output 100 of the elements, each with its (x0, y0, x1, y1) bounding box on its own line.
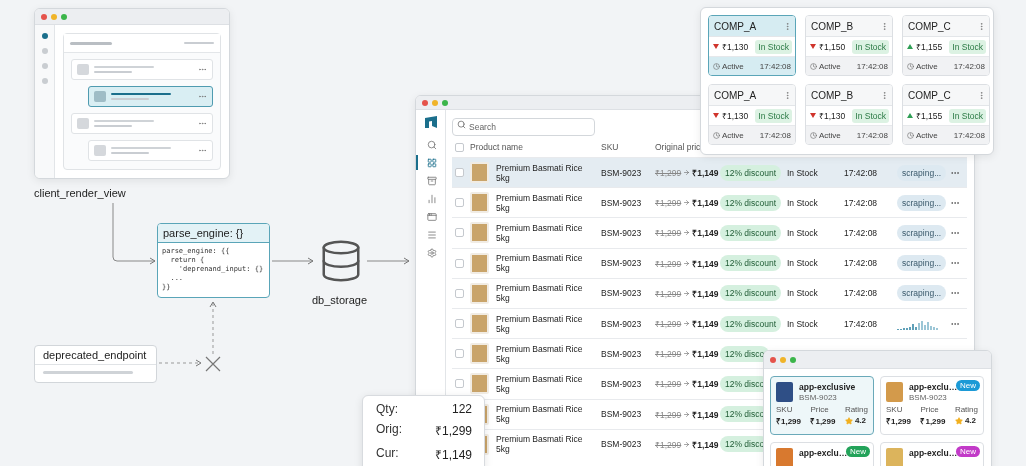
checkbox[interactable] (455, 168, 464, 178)
competitor-card[interactable]: COMP_A ₹1,130 In Stock Active 17:42:08 (708, 84, 796, 145)
more-icon[interactable] (880, 90, 889, 100)
time-text: 17:42:08 (856, 130, 888, 140)
checkbox[interactable] (455, 379, 464, 389)
product-name: Premium Basmati Rice 5kg (496, 283, 584, 304)
more-icon[interactable] (783, 90, 792, 100)
competitor-card[interactable]: COMP_B ₹1,130 In Stock Active 17:42:08 (805, 84, 893, 145)
sku-cell-text: BSM-9023 (601, 378, 643, 389)
original-price: ₹1,299 (655, 227, 682, 239)
stat-label: Price (920, 405, 940, 414)
detail-label: Qty: (376, 402, 399, 418)
checkbox[interactable] (455, 288, 464, 298)
status-badge: scraping... (897, 255, 947, 272)
settings-icon (426, 247, 437, 258)
original-price: ₹1,299 (655, 287, 682, 299)
checkbox[interactable] (455, 319, 464, 329)
more-icon[interactable] (977, 21, 986, 31)
more-icon[interactable] (977, 90, 986, 100)
checkbox[interactable] (455, 258, 464, 268)
stock-cell-text: In Stock (787, 197, 819, 208)
original-price: ₹1,299 (655, 257, 682, 269)
connector-arrow (366, 257, 410, 265)
discount-badge: 12% disco (720, 345, 770, 362)
original-price: ₹1,299 (655, 318, 682, 330)
more-icon[interactable] (198, 146, 207, 155)
competitor-card[interactable]: COMP_A ₹1,130 In Stock Active 17:42:08 (708, 15, 796, 76)
new-badge: New (846, 446, 870, 457)
checkbox[interactable] (455, 349, 464, 359)
more-icon[interactable] (198, 92, 207, 101)
original-price: ₹1,299 (655, 197, 682, 209)
more-icon[interactable] (198, 119, 207, 128)
time-cell-text: 17:42:08 (844, 318, 879, 329)
grid-icon (426, 157, 437, 168)
new-badge: New (956, 446, 980, 457)
current-price: ₹1,149 (692, 438, 719, 450)
competitor-price: ₹1,155 (916, 110, 943, 121)
arrow-icon (683, 320, 691, 328)
checkbox[interactable] (455, 198, 464, 208)
current-price: ₹1,149 (692, 227, 719, 239)
competitor-name: COMP_A (714, 89, 757, 101)
search-field[interactable]: Search (452, 118, 595, 136)
product-name: Premium Basmati Rice 5kg (496, 373, 584, 394)
current-price: ₹1,149 (692, 167, 719, 179)
product-name: Premium Basmati Rice 5kg (496, 434, 584, 455)
stock-cell-text: In Stock (787, 227, 819, 238)
nav-dot[interactable] (41, 33, 48, 39)
stock-cell-text: In Stock (787, 167, 819, 178)
arrow-icon (683, 169, 691, 177)
nav-dot[interactable] (41, 48, 48, 54)
stat-value: ₹1,299 (886, 416, 913, 426)
product-name: Premium Basmati Rice 5kg (496, 253, 584, 274)
product-card[interactable]: app-exclu… New (770, 442, 874, 466)
time-cell-text: 17:42:08 (844, 258, 879, 269)
stat-value: ₹1,299 (776, 416, 803, 426)
competitor-price: ₹1,130 (722, 41, 749, 52)
product-name: Premium Basmati Rice 5kg (496, 222, 584, 243)
product-name: app-exclusive (799, 382, 856, 392)
product-card[interactable]: app-exclu… BSM-9023 New SKU Price Rating ₹1,299 ₹1,299 4.2 (880, 376, 984, 435)
checkbox[interactable] (455, 142, 464, 152)
time-cell-text: 17:42:08 (844, 167, 879, 178)
status-text: Active (819, 61, 841, 71)
nav-dot[interactable] (41, 63, 48, 69)
stat-label: Price (810, 405, 830, 414)
more-icon[interactable] (198, 65, 207, 74)
nav-dot[interactable] (41, 78, 48, 84)
stat-label: Rating (844, 405, 868, 414)
status-text: Active (916, 130, 938, 140)
status-badge: scraping... (897, 194, 947, 211)
current-price: ₹1,149 (692, 348, 719, 360)
arrow-icon (683, 350, 691, 358)
stat-value: ₹1,299 (810, 416, 837, 426)
detail-label: Cur: (376, 445, 400, 462)
dashed-arrow (158, 359, 202, 367)
window-buttons-icon (41, 13, 67, 20)
time-cell-text: 17:42:08 (844, 197, 879, 208)
time-text: 17:42:08 (759, 130, 791, 140)
sku-cell-text: BSM-9023 (601, 227, 643, 238)
tree-item[interactable] (88, 86, 213, 107)
more-icon[interactable] (880, 21, 889, 31)
sku-cell-text: BSM-9023 (601, 318, 643, 329)
product-name: Premium Basmati Rice 5kg (496, 404, 584, 425)
status-text: Active (819, 130, 841, 140)
competitor-card[interactable]: COMP_C ₹1,155 In Stock Active 17:42:08 (902, 84, 990, 145)
product-card[interactable]: app-exclusive BSM-9023 SKU Price Rating ₹1,299 ₹1,299 4.2 (770, 376, 874, 435)
more-icon[interactable] (783, 21, 792, 31)
sku-cell-text: BSM-9023 (601, 167, 643, 178)
table-row[interactable]: Premium Basmati Rice 5kg BSM-9023 ₹1,299 ₹1,149 12% discount In Stock 17:42:08 scraping... (452, 157, 967, 188)
stock-badge: In Stock (852, 39, 889, 54)
rating-value: 4.2 (964, 416, 976, 425)
competitor-card[interactable]: COMP_B ₹1,150 In Stock Active 17:42:08 (805, 15, 893, 76)
product-card[interactable]: app-exclu… New (880, 442, 984, 466)
window-buttons-icon (422, 99, 448, 106)
product-name: app-exclu… (909, 448, 958, 458)
dashed-arrow (209, 301, 217, 355)
competitor-card[interactable]: COMP_C ₹1,155 In Stock Active 17:42:08 (902, 15, 990, 76)
stock-cell-text: In Stock (787, 258, 819, 269)
clock-icon (713, 62, 720, 70)
checkbox[interactable] (455, 228, 464, 238)
arrow-icon (683, 410, 691, 418)
